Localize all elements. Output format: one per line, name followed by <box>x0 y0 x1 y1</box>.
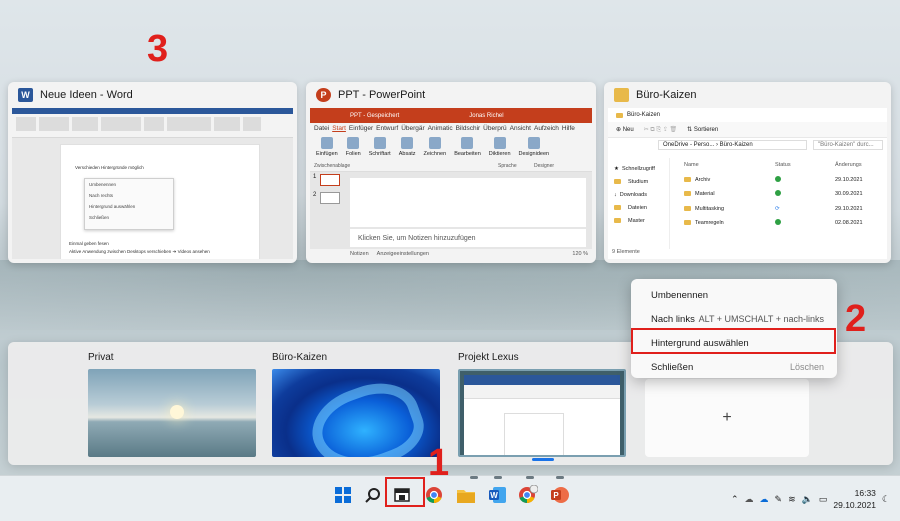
explorer-file-list: Name Status Änderungs Archiv 29.10.2021 Mat… <box>674 158 887 249</box>
window-thumbnail-powerpoint[interactable]: P PPT - PowerPoint PPT - Gespeichert Jon… <box>306 82 596 263</box>
chrome-profile-icon[interactable] <box>517 484 539 506</box>
word-ribbon <box>12 114 293 138</box>
highlight-box <box>385 477 425 507</box>
active-desktop-indicator <box>532 458 554 461</box>
pen-icon[interactable]: ✎ <box>775 494 783 505</box>
explorer-navigation: ★ Schnellzugriff Studium ↓ Downloads Dat… <box>608 158 670 249</box>
notes-placeholder: Klicken Sie, um Notizen hinzuzufügen <box>350 229 586 247</box>
desktop-label: Privat <box>88 352 114 363</box>
chrome-icon[interactable] <box>423 484 445 506</box>
desktop-label: Projekt Lexus <box>458 352 519 363</box>
running-app-indicator <box>494 476 502 479</box>
window-title-bar: P PPT - PowerPoint <box>306 82 596 108</box>
running-app-indicator <box>526 476 534 479</box>
focus-assist-icon[interactable]: ☾ <box>882 494 890 505</box>
window-title: PPT - PowerPoint <box>338 89 426 101</box>
slide-canvas <box>350 178 586 227</box>
list-item: Archiv 29.10.2021 <box>674 173 887 188</box>
word-preview: Verschieden Hintergründe möglich Einmal … <box>12 108 293 259</box>
explorer-tab: Büro-Kaizen <box>608 108 887 122</box>
list-item: Material 30.09.2021 <box>674 187 887 202</box>
window-title-bar: Büro-Kaizen <box>604 82 891 108</box>
powerpoint-titlebar: PPT - Gespeichert Jonas Richel <box>310 108 592 123</box>
step-marker-3: 3 <box>147 28 169 70</box>
battery-icon[interactable]: ▭ <box>819 494 828 505</box>
system-tray: ⌃ ☁ ☁ ✎ ≋ 🔈 ▭ 16:33 29.10.2021 ☾ <box>731 476 900 521</box>
word-line: Verschieden Hintergründe möglich <box>75 165 144 170</box>
new-desktop-button[interactable]: + <box>645 379 809 457</box>
highlight-box <box>631 328 836 354</box>
clock[interactable]: 16:33 29.10.2021 <box>833 487 876 511</box>
explorer-toolbar: ⊕ Neu ✂ ⧉ ⎘ ⇪ 🗑 ⇅ Sortieren <box>608 122 887 138</box>
running-app-indicator <box>470 476 478 479</box>
volume-icon[interactable]: 🔈 <box>802 494 813 505</box>
slide-thumbnail <box>320 192 340 204</box>
step-marker-2: 2 <box>845 298 867 340</box>
window-thumbnail-word[interactable]: W Neue Ideen - Word Verschieden Hintergr… <box>8 82 297 263</box>
list-item: Multitasking ⟳ 29.10.2021 <box>674 202 887 217</box>
folder-icon <box>614 88 629 102</box>
powerpoint-editor: Zwischenablage Sprache Designer 1 2 Klic… <box>310 163 592 249</box>
powerpoint-preview: PPT - Gespeichert Jonas Richel Datei Star… <box>310 108 592 259</box>
svg-text:W: W <box>490 491 498 500</box>
window-title: Neue Ideen - Word <box>40 89 133 101</box>
windows-start-icon[interactable] <box>332 484 354 506</box>
desktop-label: Büro-Kaizen <box>272 352 328 363</box>
wifi-icon[interactable]: ≋ <box>788 494 796 505</box>
explorer-address-bar: OneDrive - Perso... › Büro-Kaizen "Büro-… <box>608 138 887 152</box>
word-embedded-menu: Umbenennen Nach rechts Hintergrund auswä… <box>84 178 174 230</box>
onedrive-icon[interactable]: ☁ <box>745 494 754 505</box>
chevron-up-icon[interactable]: ⌃ <box>731 494 739 505</box>
desktop-thumbnail[interactable] <box>458 369 626 457</box>
file-explorer-icon[interactable] <box>455 484 477 506</box>
step-marker-1: 1 <box>428 442 450 484</box>
window-title: Büro-Kaizen <box>636 89 697 101</box>
explorer-preview: Büro-Kaizen ⊕ Neu ✂ ⧉ ⎘ ⇪ 🗑 ⇅ Sortieren … <box>608 108 887 259</box>
powerpoint-icon: P <box>316 88 331 102</box>
word-line: Einmal geben fesen <box>69 241 109 246</box>
window-title-bar: W Neue Ideen - Word <box>8 82 297 108</box>
running-app-indicator <box>556 476 564 479</box>
window-thumbnail-explorer[interactable]: Büro-Kaizen Büro-Kaizen ⊕ Neu ✂ ⧉ ⎘ ⇪ 🗑 … <box>604 82 891 263</box>
powerpoint-menu: Datei Start Einfüger Entwurf Übergär Animati… <box>310 123 592 134</box>
slide-thumbnail <box>320 174 340 186</box>
search-icon[interactable] <box>362 484 384 506</box>
taskbar: W P ⌃ ☁ ☁ ✎ ≋ 🔈 ▭ 16:33 29.10.2021 ☾ <box>0 475 900 521</box>
menu-item-rename[interactable]: Umbenennen <box>631 283 837 307</box>
desktop-thumbnail[interactable] <box>88 369 256 457</box>
column-header-row: Name Status Änderungs <box>684 162 862 169</box>
desktop-thumbnail[interactable] <box>272 369 440 457</box>
powerpoint-icon[interactable]: P <box>549 484 571 506</box>
word-icon[interactable]: W <box>487 484 509 506</box>
menu-item-close[interactable]: Schließen Löschen <box>631 355 837 379</box>
word-line: Aktive Anwendung zwischen Desktops versc… <box>69 249 210 254</box>
powerpoint-statusbar: Notizen Anzeigeeinstellungen 120 % <box>310 249 592 259</box>
list-item: Teamregeln 02.08.2021 <box>674 216 887 231</box>
word-icon: W <box>18 88 33 102</box>
onedrive-business-icon[interactable]: ☁ <box>760 494 769 505</box>
explorer-statusbar: 9 Elemente <box>612 249 640 255</box>
svg-text:P: P <box>553 491 559 500</box>
